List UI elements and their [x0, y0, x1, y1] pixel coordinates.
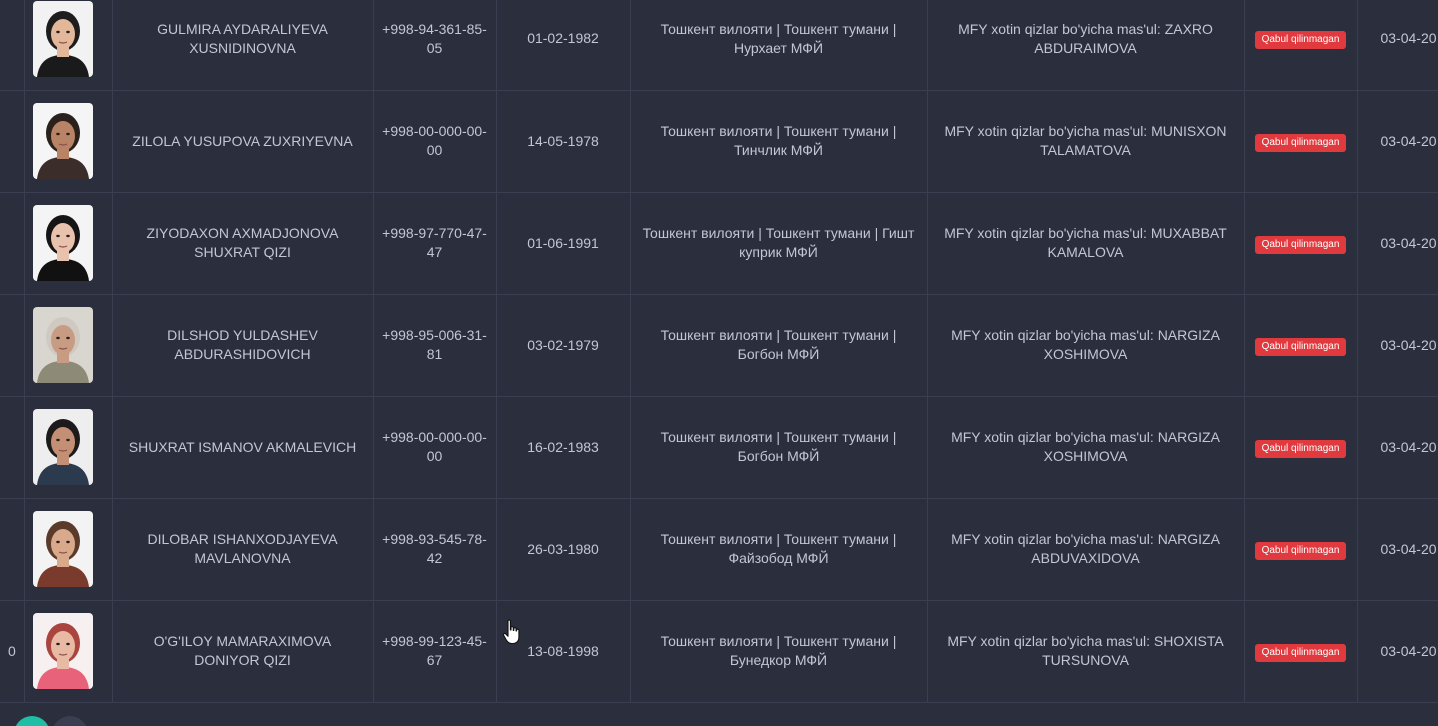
status-cell: Qabul qilinmagan [1244, 600, 1358, 703]
responsible-person: MFY xotin qizlar bo'yicha mas'ul: ZAXRO … [927, 0, 1245, 91]
person-photo-icon[interactable] [32, 511, 93, 587]
status-cell: Qabul qilinmagan [1244, 0, 1358, 91]
status-cell: Qabul qilinmagan [1244, 396, 1358, 499]
status-cell: Qabul qilinmagan [1244, 90, 1358, 193]
full-name: ZILOLA YUSUPOVA ZUXRIYEVNA [112, 90, 374, 193]
table-row[interactable]: DILSHOD YULDASHEV ABDURASHIDOVICH +998-95… [0, 294, 1438, 397]
row-index [0, 0, 25, 91]
phone-number: +998-97-770-47-47 [373, 192, 497, 295]
photo-cell [24, 396, 113, 499]
address: Тошкент вилояти | Тошкент тумани | Тинчл… [630, 90, 928, 193]
status-badge: Qabul qilinmagan [1254, 337, 1347, 356]
created-date: 03-04-20 [1357, 600, 1438, 703]
created-date: 03-04-20 [1357, 0, 1438, 91]
applications-table-viewport: GULMIRA AYDARALIYEVA XUSNIDINOVNA +998-94… [0, 0, 1438, 726]
address: Тошкент вилояти | Тошкент тумани | Нурха… [630, 0, 928, 91]
responsible-person: MFY xotin qizlar bo'yicha mas'ul: NARGIZ… [927, 498, 1245, 601]
status-cell: Qabul qilinmagan [1244, 294, 1358, 397]
person-photo-icon[interactable] [32, 103, 93, 179]
full-name: DILOBAR ISHANXODJAYEVA MAVLANOVNA [112, 498, 374, 601]
photo-cell [24, 294, 113, 397]
status-badge: Qabul qilinmagan [1254, 235, 1347, 254]
birth-date: 26-03-1980 [496, 498, 631, 601]
responsible-person: MFY xotin qizlar bo'yicha mas'ul: SHOXIS… [927, 600, 1245, 703]
person-photo-icon[interactable] [32, 205, 93, 281]
status-badge: Qabul qilinmagan [1254, 541, 1347, 560]
address: Тошкент вилояти | Тошкент тумани | Файзо… [630, 498, 928, 601]
row-index [0, 294, 25, 397]
phone-number: +998-93-545-78-42 [373, 498, 497, 601]
person-photo-icon[interactable] [32, 613, 93, 689]
birth-date: 01-02-1982 [496, 0, 631, 91]
address: Тошкент вилояти | Тошкент тумани | Богбо… [630, 294, 928, 397]
photo-cell [24, 192, 113, 295]
status-badge: Qabul qilinmagan [1254, 133, 1347, 152]
table-row[interactable]: SHUXRAT ISMANOV AKMALEVICH +998-00-000-00… [0, 396, 1438, 499]
address: Тошкент вилояти | Тошкент тумани | Гишт … [630, 192, 928, 295]
phone-number: +998-00-000-00-00 [373, 396, 497, 499]
full-name: GULMIRA AYDARALIYEVA XUSNIDINOVNA [112, 0, 374, 91]
table-row[interactable]: GULMIRA AYDARALIYEVA XUSNIDINOVNA +998-94… [0, 0, 1438, 91]
phone-number: +998-95-006-31-81 [373, 294, 497, 397]
table-row[interactable]: 0 O'G'ILOY MAMARAXIMOVA DONIYOR QIZI +998-… [0, 600, 1438, 703]
table-row[interactable]: ZILOLA YUSUPOVA ZUXRIYEVNA +998-00-000-00… [0, 90, 1438, 193]
responsible-person: MFY xotin qizlar bo'yicha mas'ul: MUNISX… [927, 90, 1245, 193]
status-cell: Qabul qilinmagan [1244, 192, 1358, 295]
phone-number: +998-99-123-45-67 [373, 600, 497, 703]
table-footer [0, 703, 1438, 726]
full-name: ZIYODAXON AXMADJONOVA SHUXRAT QIZI [112, 192, 374, 295]
status-cell: Qabul qilinmagan [1244, 498, 1358, 601]
birth-date: 16-02-1983 [496, 396, 631, 499]
full-name: DILSHOD YULDASHEV ABDURASHIDOVICH [112, 294, 374, 397]
created-date: 03-04-20 [1357, 294, 1438, 397]
birth-date: 03-02-1979 [496, 294, 631, 397]
address: Тошкент вилояти | Тошкент тумани | Бунед… [630, 600, 928, 703]
address: Тошкент вилояти | Тошкент тумани | Богбо… [630, 396, 928, 499]
birth-date: 01-06-1991 [496, 192, 631, 295]
applications-table: GULMIRA AYDARALIYEVA XUSNIDINOVNA +998-94… [0, 0, 1438, 703]
photo-cell [24, 0, 113, 91]
created-date: 03-04-20 [1357, 498, 1438, 601]
created-date: 03-04-20 [1357, 192, 1438, 295]
full-name: SHUXRAT ISMANOV AKMALEVICH [112, 396, 374, 499]
status-badge: Qabul qilinmagan [1254, 439, 1347, 458]
table-row[interactable]: ZIYODAXON AXMADJONOVA SHUXRAT QIZI +998-9… [0, 192, 1438, 295]
responsible-person: MFY xotin qizlar bo'yicha mas'ul: MUXABB… [927, 192, 1245, 295]
table-row[interactable]: DILOBAR ISHANXODJAYEVA MAVLANOVNA +998-93… [0, 498, 1438, 601]
status-badge: Qabul qilinmagan [1254, 31, 1347, 50]
birth-date: 13-08-1998 [496, 600, 631, 703]
created-date: 03-04-20 [1357, 90, 1438, 193]
photo-cell [24, 600, 113, 703]
phone-number: +998-00-000-00-00 [373, 90, 497, 193]
status-badge: Qabul qilinmagan [1254, 643, 1347, 662]
person-photo-icon[interactable] [32, 0, 93, 77]
row-index [0, 396, 25, 499]
full-name: O'G'ILOY MAMARAXIMOVA DONIYOR QIZI [112, 600, 374, 703]
row-index: 0 [0, 600, 25, 703]
photo-cell [24, 90, 113, 193]
phone-number: +998-94-361-85-05 [373, 0, 497, 91]
person-photo-icon[interactable] [32, 409, 93, 485]
responsible-person: MFY xotin qizlar bo'yicha mas'ul: NARGIZ… [927, 294, 1245, 397]
created-date: 03-04-20 [1357, 396, 1438, 499]
responsible-person: MFY xotin qizlar bo'yicha mas'ul: NARGIZ… [927, 396, 1245, 499]
row-index [0, 498, 25, 601]
table-body: GULMIRA AYDARALIYEVA XUSNIDINOVNA +998-94… [0, 0, 1438, 703]
photo-cell [24, 498, 113, 601]
birth-date: 14-05-1978 [496, 90, 631, 193]
row-index [0, 192, 25, 295]
row-index [0, 90, 25, 193]
person-photo-icon[interactable] [32, 307, 93, 383]
